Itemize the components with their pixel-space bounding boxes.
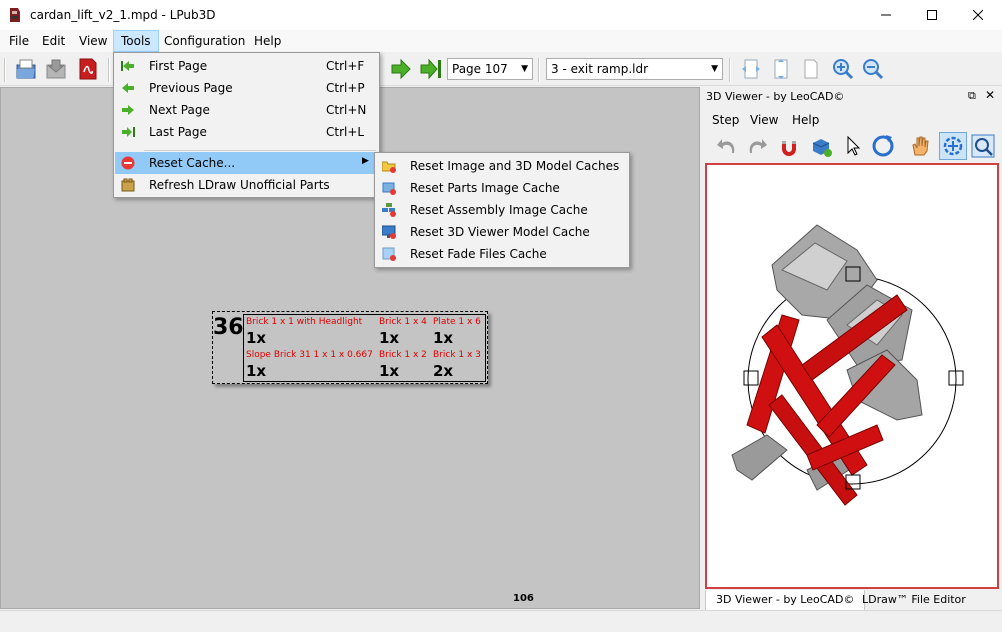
- submenu-item-reset-parts-image-cache[interactable]: Reset Parts Image Cache: [376, 177, 628, 199]
- part-qty: 2x: [433, 362, 454, 380]
- step-number: 36: [213, 315, 244, 340]
- select-cursor-icon[interactable]: [840, 133, 866, 159]
- open-file-icon[interactable]: [14, 57, 38, 81]
- lpub3d-app-icon: [10, 8, 20, 22]
- undo-icon[interactable]: [714, 133, 740, 159]
- zoom-out-icon[interactable]: [861, 57, 885, 81]
- save-file-icon[interactable]: [44, 57, 68, 81]
- part-qty: 1x: [433, 329, 454, 347]
- lego-model-render: [731, 224, 964, 506]
- 3d-viewport[interactable]: [705, 163, 999, 589]
- part-name: Brick 1 x 2: [379, 350, 427, 360]
- part-qty: 1x: [246, 362, 267, 380]
- part-name: Brick 1 x 3: [433, 350, 481, 360]
- status-bar: [0, 610, 1002, 632]
- menu-view[interactable]: View: [72, 30, 114, 52]
- maximize-button[interactable]: [909, 0, 955, 30]
- part-qty: 1x: [379, 329, 400, 347]
- part-qty: 1x: [379, 362, 400, 380]
- parts-image-reset-icon: [382, 182, 396, 195]
- menu-bar: File Edit View Tools Configuration Help: [0, 30, 1002, 52]
- menu-item-first-page[interactable]: First Page Ctrl+F: [115, 55, 378, 77]
- minimize-icon: [881, 14, 891, 16]
- viewer-menu-step[interactable]: Step: [706, 110, 745, 130]
- menu-configuration[interactable]: Configuration: [157, 30, 252, 52]
- chevron-down-icon: ▼: [711, 64, 718, 74]
- reset-cache-submenu: Reset Image and 3D Model Caches Reset Pa…: [374, 152, 630, 268]
- orbit-tool-active[interactable]: [939, 132, 967, 160]
- toolbar-separator: [729, 58, 731, 82]
- toolbar-separator: [108, 58, 110, 82]
- fit-visible-icon[interactable]: [769, 57, 793, 81]
- reset-cache-icon: [121, 156, 135, 170]
- toolbar-separator: [538, 58, 540, 82]
- submodel-combo[interactable]: 3 - exit ramp.ldr ▼: [546, 58, 723, 80]
- fit-width-icon[interactable]: [739, 57, 763, 81]
- part-name: Brick 1 x 1 with Headlight: [246, 317, 363, 327]
- page-number: 106: [513, 593, 534, 604]
- menu-item-refresh-ldraw-parts[interactable]: Refresh LDraw Unofficial Parts: [115, 174, 378, 196]
- viewer-dock: 3D Viewer - by LeoCAD© ⧉ ✕ Step View Hel…: [702, 87, 1002, 611]
- rotate-view-icon[interactable]: [870, 133, 896, 159]
- next-page-icon: [122, 105, 134, 115]
- refresh-parts-icon: [121, 178, 135, 192]
- insert-part-icon[interactable]: [808, 133, 834, 159]
- menu-item-next-page[interactable]: Next Page Ctrl+N: [115, 99, 378, 121]
- submodel-combo-value: 3 - exit ramp.ldr: [551, 62, 649, 76]
- snap-magnet-icon[interactable]: [776, 133, 802, 159]
- page-combo-value: Page 107: [452, 62, 508, 76]
- tools-menu-dropdown: First Page Ctrl+F Previous Page Ctrl+P N…: [113, 52, 380, 198]
- next-page-toolbar-icon[interactable]: [389, 57, 413, 81]
- float-dock-icon[interactable]: ⧉: [968, 89, 976, 103]
- menu-edit[interactable]: Edit: [35, 30, 72, 52]
- part-name: Brick 1 x 4: [379, 317, 427, 327]
- menu-item-last-page[interactable]: Last Page Ctrl+L: [115, 121, 378, 143]
- previous-page-icon: [122, 83, 134, 93]
- tab-3d-viewer[interactable]: 3D Viewer - by LeoCAD©: [705, 590, 866, 611]
- minimize-button[interactable]: [863, 0, 909, 30]
- title-bar: cardan_lift_v2_1.mpd - LPub3D: [0, 0, 1002, 30]
- menu-item-previous-page[interactable]: Previous Page Ctrl+P: [115, 77, 378, 99]
- menu-tools[interactable]: Tools: [113, 30, 159, 52]
- menu-help[interactable]: Help: [247, 30, 288, 52]
- chevron-down-icon: ▼: [521, 64, 528, 74]
- maximize-icon: [927, 10, 937, 20]
- monitor-reset-icon: [382, 225, 396, 239]
- submenu-item-reset-assembly-image-cache[interactable]: Reset Assembly Image Cache: [376, 199, 628, 221]
- export-pdf-icon[interactable]: [76, 57, 100, 81]
- orbit-icon: [943, 136, 963, 156]
- zoom-extents-icon[interactable]: [970, 133, 996, 159]
- menu-item-reset-cache[interactable]: Reset Cache... ▶: [115, 152, 378, 174]
- redo-icon[interactable]: [744, 133, 770, 159]
- toolbar-grip: [4, 58, 6, 82]
- pan-hand-icon[interactable]: [907, 133, 933, 159]
- page-combo[interactable]: Page 107 ▼: [447, 58, 533, 80]
- window-title: cardan_lift_v2_1.mpd - LPub3D: [30, 8, 216, 22]
- chevron-right-icon: ▶: [362, 156, 369, 166]
- part-qty: 1x: [246, 329, 267, 347]
- actual-size-icon[interactable]: [799, 57, 823, 81]
- folder-reset-icon: [382, 161, 396, 173]
- submenu-item-reset-fade-files-cache[interactable]: Reset Fade Files Cache: [376, 243, 628, 265]
- submenu-item-reset-image-3d-caches[interactable]: Reset Image and 3D Model Caches: [376, 155, 628, 177]
- assembly-image-reset-icon: [382, 203, 396, 217]
- zoom-in-icon[interactable]: [831, 57, 855, 81]
- close-button[interactable]: [955, 0, 1001, 30]
- close-dock-icon[interactable]: ✕: [985, 88, 995, 102]
- close-icon: [973, 10, 983, 20]
- app-window: cardan_lift_v2_1.mpd - LPub3D File Edit …: [0, 0, 1002, 632]
- first-page-icon: [121, 61, 134, 71]
- part-name: Plate 1 x 6: [433, 317, 481, 327]
- viewer-menu-view[interactable]: View: [744, 110, 784, 130]
- last-page-toolbar-icon[interactable]: [419, 57, 443, 81]
- part-name: Slope Brick 31 1 x 1 x 0.667: [246, 350, 373, 360]
- menu-file[interactable]: File: [2, 30, 36, 52]
- menu-separator: [144, 150, 376, 151]
- last-page-icon: [122, 127, 135, 137]
- fade-files-reset-icon: [382, 247, 396, 261]
- tab-ldraw-file-editor[interactable]: LDraw™ File Editor: [852, 590, 976, 611]
- viewer-dock-title: 3D Viewer - by LeoCAD©: [706, 90, 845, 103]
- submenu-item-reset-3d-viewer-cache[interactable]: Reset 3D Viewer Model Cache: [376, 221, 628, 243]
- viewer-menu-help[interactable]: Help: [786, 110, 825, 130]
